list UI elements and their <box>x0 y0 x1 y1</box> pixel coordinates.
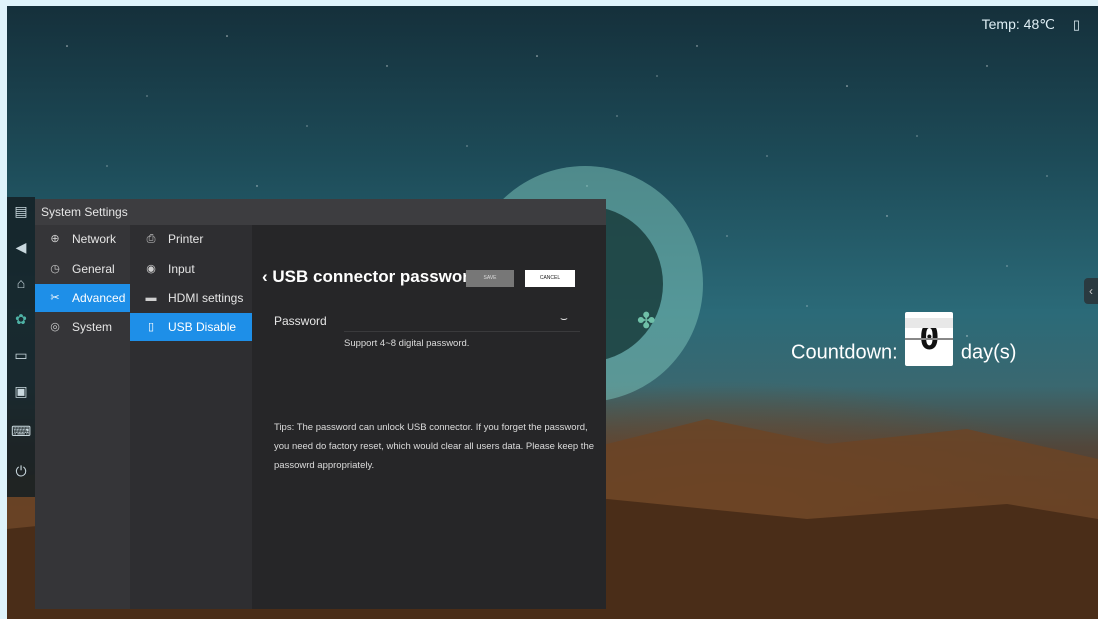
save-button[interactable]: SAVE <box>466 270 514 287</box>
password-field[interactable] <box>344 309 580 332</box>
flip-divider <box>905 338 954 340</box>
countdown-widget: Countdown: 0 day(s) <box>791 312 1017 380</box>
settings-subnav: ⎙ Printer ◉ Input ▬ HDMI settings ▯ USB … <box>130 225 252 609</box>
subnav-item-label: USB Disable <box>168 320 237 334</box>
side-panel-handle-icon[interactable]: ‹ <box>1084 278 1098 304</box>
subnav-item-label: HDMI settings <box>168 291 244 305</box>
back-chevron-icon[interactable]: ‹ <box>262 267 268 286</box>
keyboard-icon[interactable]: ⌨ <box>11 421 31 441</box>
nav-item-general[interactable]: ◷ General <box>35 255 130 283</box>
nav-item-label: System <box>72 320 113 334</box>
nav-item-label: Advanced <box>72 291 126 305</box>
password-hint: Support 4~8 digital password. <box>344 338 470 349</box>
window-title: System Settings <box>35 199 606 225</box>
subnav-item-usb-disable[interactable]: ▯ USB Disable <box>130 313 252 341</box>
usb-icon: ▯ <box>147 321 155 333</box>
countdown-unit: day(s) <box>960 341 1017 364</box>
circle-icon: ◎ <box>50 321 60 333</box>
nav-item-network[interactable]: ⊕ Network <box>35 225 130 253</box>
subnav-item-input[interactable]: ◉ Input <box>130 255 252 283</box>
temperature-text: Temp: 48℃ <box>981 16 1055 32</box>
password-label: Password <box>274 314 327 328</box>
settings-nav: ⊕ Network ◷ General ✂ Advanced ◎ System <box>35 225 130 609</box>
eye-closed-icon[interactable]: ⌣ <box>560 311 568 326</box>
home-icon[interactable]: ⌂ <box>11 273 31 293</box>
subnav-item-label: Printer <box>168 232 204 246</box>
tips-text: Tips: The password can unlock USB connec… <box>274 422 595 471</box>
nav-item-system[interactable]: ◎ System <box>35 313 130 341</box>
window-switch-icon[interactable]: ▤ <box>11 201 31 221</box>
countdown-label: Countdown: <box>791 341 898 364</box>
screen-icon[interactable]: ▣ <box>11 381 31 401</box>
page-title-text: USB connector password <box>272 267 480 286</box>
app-grid-icon[interactable]: ✤ <box>637 308 655 334</box>
subnav-item-printer[interactable]: ⎙ Printer <box>130 225 252 253</box>
flip-shadow <box>905 318 954 328</box>
system-settings-window: System Settings ⊕ Network ◷ General ✂ Ad… <box>35 199 606 609</box>
left-dock: ▤ ◀ ⌂ ✿ ▭ ▣ ⌨ ⏻ <box>7 197 35 497</box>
page-title: ‹ USB connector password <box>262 267 479 287</box>
subnav-item-hdmi[interactable]: ▬ HDMI settings <box>130 284 252 312</box>
power-icon[interactable]: ⏻ <box>11 461 31 481</box>
countdown-flip-digit: 0 <box>905 312 954 366</box>
cancel-button[interactable]: CANCEL <box>525 270 575 287</box>
hdmi-icon: ▬ <box>145 292 157 304</box>
usb-stick-icon: ▯ <box>1072 17 1080 32</box>
usb-password-panel: ‹ USB connector password SAVE CANCEL Pas… <box>252 225 606 609</box>
nav-item-label: General <box>72 262 115 276</box>
clock-icon: ◷ <box>50 263 60 275</box>
nav-item-label: Network <box>72 232 117 246</box>
back-icon[interactable]: ◀ <box>11 237 31 257</box>
tools-icon: ✂ <box>50 292 60 304</box>
input-icon: ◉ <box>146 263 156 275</box>
subnav-item-label: Input <box>168 262 195 276</box>
temperature-status: Temp: 48℃ ▯ <box>982 16 1080 33</box>
printer-icon: ⎙ <box>146 233 156 245</box>
folder-icon[interactable]: ▭ <box>11 345 31 365</box>
nav-item-advanced[interactable]: ✂ Advanced <box>35 284 130 312</box>
settings-icon[interactable]: ✿ <box>11 309 31 329</box>
globe-icon: ⊕ <box>50 233 60 245</box>
